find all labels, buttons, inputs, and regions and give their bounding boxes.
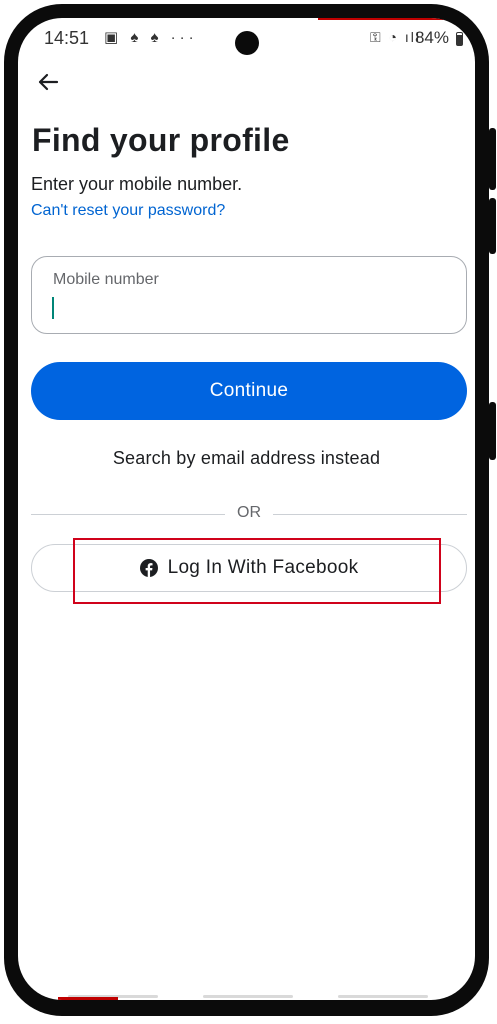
screen-bottom-accent xyxy=(58,997,118,1000)
notification-icons: ▣ ♠ ♠ ··· xyxy=(104,29,198,46)
facebook-icon xyxy=(139,559,158,577)
log-in-with-facebook-button[interactable]: Log In With Facebook xyxy=(31,544,467,592)
arrow-left-icon xyxy=(38,73,59,91)
text-caret xyxy=(52,297,54,319)
page-subtitle: Enter your mobile number. xyxy=(31,174,243,194)
continue-button[interactable]: Continue xyxy=(31,362,467,420)
or-divider-text: OR xyxy=(237,504,261,521)
status-time: 14:51 xyxy=(44,28,90,48)
page-title: Find your profile xyxy=(32,122,290,158)
search-by-email-button[interactable]: Search by email address instead xyxy=(18,448,475,469)
battery-percent: 84% xyxy=(414,28,449,47)
back-button[interactable] xyxy=(30,64,66,100)
gesture-hint-center xyxy=(203,995,293,998)
volume-down-side-button xyxy=(489,198,496,254)
gesture-hint-right xyxy=(338,995,428,998)
mobile-number-field[interactable]: Mobile number xyxy=(31,256,467,334)
divider-right xyxy=(273,514,467,515)
app-screen: 14:51 ▣ ♠ ♠ ··· ⚿ ◔ ıll 84% Find your pr… xyxy=(18,18,475,1000)
facebook-button-label: Log In With Facebook xyxy=(167,557,359,578)
power-side-button xyxy=(489,402,496,460)
signal-wifi-icons: ⚿ ◔ ıll xyxy=(370,29,421,45)
front-camera xyxy=(235,31,259,55)
battery-icon xyxy=(456,32,463,46)
status-bar: 14:51 ▣ ♠ ♠ ··· ⚿ ◔ ıll 84% xyxy=(18,18,475,60)
cant-reset-password-link[interactable]: Can't reset your password? xyxy=(31,202,225,220)
mobile-number-label: Mobile number xyxy=(53,271,159,288)
volume-up-side-button xyxy=(489,128,496,190)
divider-left xyxy=(31,514,225,515)
